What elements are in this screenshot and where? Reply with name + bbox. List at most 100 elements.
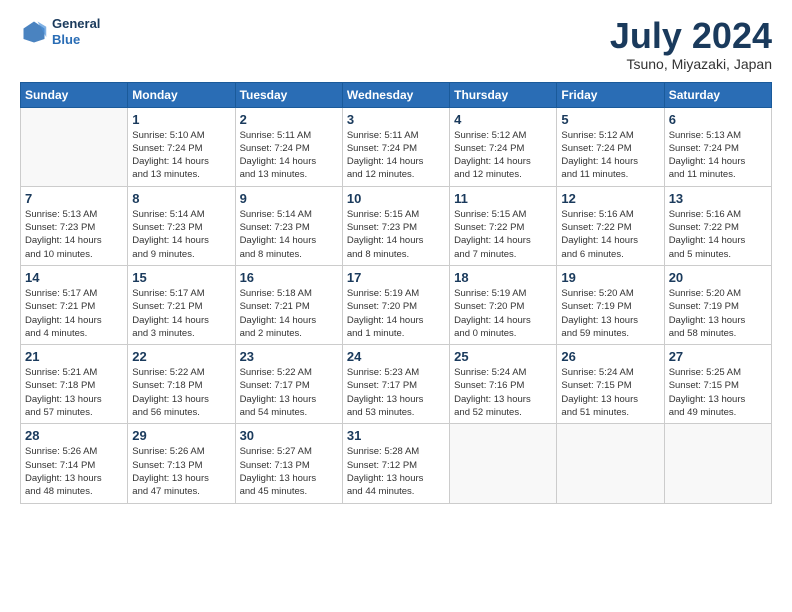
day-number: 5 (561, 112, 659, 127)
month-title: July 2024 (610, 16, 772, 56)
day-info: Sunrise: 5:18 AMSunset: 7:21 PMDaylight:… (240, 287, 338, 340)
logo-icon (20, 18, 48, 46)
day-header-wednesday: Wednesday (342, 82, 449, 107)
calendar-page: General Blue July 2024 Tsuno, Miyazaki, … (0, 0, 792, 612)
day-header-tuesday: Tuesday (235, 82, 342, 107)
day-number: 7 (25, 191, 123, 206)
day-number: 30 (240, 428, 338, 443)
day-number: 25 (454, 349, 552, 364)
day-info: Sunrise: 5:21 AMSunset: 7:18 PMDaylight:… (25, 366, 123, 419)
calendar-table: SundayMondayTuesdayWednesdayThursdayFrid… (20, 82, 772, 504)
day-info: Sunrise: 5:11 AMSunset: 7:24 PMDaylight:… (347, 129, 445, 182)
day-info: Sunrise: 5:22 AMSunset: 7:17 PMDaylight:… (240, 366, 338, 419)
day-number: 28 (25, 428, 123, 443)
day-number: 20 (669, 270, 767, 285)
day-number: 4 (454, 112, 552, 127)
day-info: Sunrise: 5:26 AMSunset: 7:13 PMDaylight:… (132, 445, 230, 498)
calendar-cell: 8 Sunrise: 5:14 AMSunset: 7:23 PMDaylight… (128, 186, 235, 265)
day-number: 8 (132, 191, 230, 206)
week-row-1: 1 Sunrise: 5:10 AMSunset: 7:24 PMDaylight… (21, 107, 772, 186)
calendar-cell: 28 Sunrise: 5:26 AMSunset: 7:14 PMDayligh… (21, 424, 128, 503)
day-header-thursday: Thursday (450, 82, 557, 107)
day-number: 21 (25, 349, 123, 364)
calendar-cell: 21 Sunrise: 5:21 AMSunset: 7:18 PMDayligh… (21, 345, 128, 424)
day-info: Sunrise: 5:17 AMSunset: 7:21 PMDaylight:… (132, 287, 230, 340)
calendar-cell: 7 Sunrise: 5:13 AMSunset: 7:23 PMDaylight… (21, 186, 128, 265)
week-row-2: 7 Sunrise: 5:13 AMSunset: 7:23 PMDaylight… (21, 186, 772, 265)
day-info: Sunrise: 5:19 AMSunset: 7:20 PMDaylight:… (454, 287, 552, 340)
calendar-cell: 29 Sunrise: 5:26 AMSunset: 7:13 PMDayligh… (128, 424, 235, 503)
week-row-5: 28 Sunrise: 5:26 AMSunset: 7:14 PMDayligh… (21, 424, 772, 503)
calendar-cell: 17 Sunrise: 5:19 AMSunset: 7:20 PMDayligh… (342, 265, 449, 344)
location: Tsuno, Miyazaki, Japan (610, 56, 772, 72)
day-info: Sunrise: 5:14 AMSunset: 7:23 PMDaylight:… (240, 208, 338, 261)
day-info: Sunrise: 5:11 AMSunset: 7:24 PMDaylight:… (240, 129, 338, 182)
day-info: Sunrise: 5:25 AMSunset: 7:15 PMDaylight:… (669, 366, 767, 419)
day-info: Sunrise: 5:20 AMSunset: 7:19 PMDaylight:… (561, 287, 659, 340)
day-number: 1 (132, 112, 230, 127)
day-info: Sunrise: 5:20 AMSunset: 7:19 PMDaylight:… (669, 287, 767, 340)
day-header-friday: Friday (557, 82, 664, 107)
day-header-saturday: Saturday (664, 82, 771, 107)
calendar-cell (664, 424, 771, 503)
calendar-cell (557, 424, 664, 503)
week-row-3: 14 Sunrise: 5:17 AMSunset: 7:21 PMDayligh… (21, 265, 772, 344)
calendar-cell: 16 Sunrise: 5:18 AMSunset: 7:21 PMDayligh… (235, 265, 342, 344)
day-number: 16 (240, 270, 338, 285)
calendar-cell: 2 Sunrise: 5:11 AMSunset: 7:24 PMDaylight… (235, 107, 342, 186)
day-number: 9 (240, 191, 338, 206)
day-header-monday: Monday (128, 82, 235, 107)
calendar-cell: 31Sunrise: 5:28 AMSunset: 7:12 PMDayligh… (342, 424, 449, 503)
day-info: Sunrise: 5:16 AMSunset: 7:22 PMDaylight:… (669, 208, 767, 261)
day-info: Sunrise: 5:24 AMSunset: 7:16 PMDaylight:… (454, 366, 552, 419)
day-info: Sunrise: 5:15 AMSunset: 7:23 PMDaylight:… (347, 208, 445, 261)
day-number: 26 (561, 349, 659, 364)
day-number: 17 (347, 270, 445, 285)
calendar-cell: 5 Sunrise: 5:12 AMSunset: 7:24 PMDaylight… (557, 107, 664, 186)
day-info: Sunrise: 5:16 AMSunset: 7:22 PMDaylight:… (561, 208, 659, 261)
day-info: Sunrise: 5:13 AMSunset: 7:23 PMDaylight:… (25, 208, 123, 261)
day-number: 2 (240, 112, 338, 127)
day-number: 14 (25, 270, 123, 285)
calendar-cell: 14 Sunrise: 5:17 AMSunset: 7:21 PMDayligh… (21, 265, 128, 344)
day-info: Sunrise: 5:22 AMSunset: 7:18 PMDaylight:… (132, 366, 230, 419)
calendar-cell: 1 Sunrise: 5:10 AMSunset: 7:24 PMDaylight… (128, 107, 235, 186)
day-number: 10 (347, 191, 445, 206)
day-number: 6 (669, 112, 767, 127)
calendar-cell: 3 Sunrise: 5:11 AMSunset: 7:24 PMDaylight… (342, 107, 449, 186)
day-info: Sunrise: 5:12 AMSunset: 7:24 PMDaylight:… (454, 129, 552, 182)
calendar-cell (21, 107, 128, 186)
day-info: Sunrise: 5:12 AMSunset: 7:24 PMDaylight:… (561, 129, 659, 182)
day-info: Sunrise: 5:15 AMSunset: 7:22 PMDaylight:… (454, 208, 552, 261)
day-info: Sunrise: 5:26 AMSunset: 7:14 PMDaylight:… (25, 445, 123, 498)
days-header-row: SundayMondayTuesdayWednesdayThursdayFrid… (21, 82, 772, 107)
calendar-cell: 6Sunrise: 5:13 AMSunset: 7:24 PMDaylight… (664, 107, 771, 186)
calendar-cell: 18 Sunrise: 5:19 AMSunset: 7:20 PMDayligh… (450, 265, 557, 344)
day-number: 15 (132, 270, 230, 285)
calendar-cell: 4 Sunrise: 5:12 AMSunset: 7:24 PMDaylight… (450, 107, 557, 186)
day-number: 22 (132, 349, 230, 364)
calendar-cell: 12Sunrise: 5:16 AMSunset: 7:22 PMDayligh… (557, 186, 664, 265)
calendar-cell: 15 Sunrise: 5:17 AMSunset: 7:21 PMDayligh… (128, 265, 235, 344)
day-info: Sunrise: 5:28 AMSunset: 7:12 PMDaylight:… (347, 445, 445, 498)
day-number: 29 (132, 428, 230, 443)
day-number: 23 (240, 349, 338, 364)
calendar-cell: 22 Sunrise: 5:22 AMSunset: 7:18 PMDayligh… (128, 345, 235, 424)
day-number: 24 (347, 349, 445, 364)
day-info: Sunrise: 5:24 AMSunset: 7:15 PMDaylight:… (561, 366, 659, 419)
day-number: 27 (669, 349, 767, 364)
calendar-cell: 11Sunrise: 5:15 AMSunset: 7:22 PMDayligh… (450, 186, 557, 265)
calendar-cell: 9 Sunrise: 5:14 AMSunset: 7:23 PMDaylight… (235, 186, 342, 265)
day-info: Sunrise: 5:10 AMSunset: 7:24 PMDaylight:… (132, 129, 230, 182)
calendar-cell: 23 Sunrise: 5:22 AMSunset: 7:17 PMDayligh… (235, 345, 342, 424)
day-info: Sunrise: 5:17 AMSunset: 7:21 PMDaylight:… (25, 287, 123, 340)
day-number: 13 (669, 191, 767, 206)
calendar-cell: 10 Sunrise: 5:15 AMSunset: 7:23 PMDayligh… (342, 186, 449, 265)
header: General Blue July 2024 Tsuno, Miyazaki, … (20, 16, 772, 72)
calendar-cell: 30Sunrise: 5:27 AMSunset: 7:13 PMDayligh… (235, 424, 342, 503)
day-number: 3 (347, 112, 445, 127)
day-info: Sunrise: 5:14 AMSunset: 7:23 PMDaylight:… (132, 208, 230, 261)
day-info: Sunrise: 5:19 AMSunset: 7:20 PMDaylight:… (347, 287, 445, 340)
day-header-sunday: Sunday (21, 82, 128, 107)
day-number: 18 (454, 270, 552, 285)
